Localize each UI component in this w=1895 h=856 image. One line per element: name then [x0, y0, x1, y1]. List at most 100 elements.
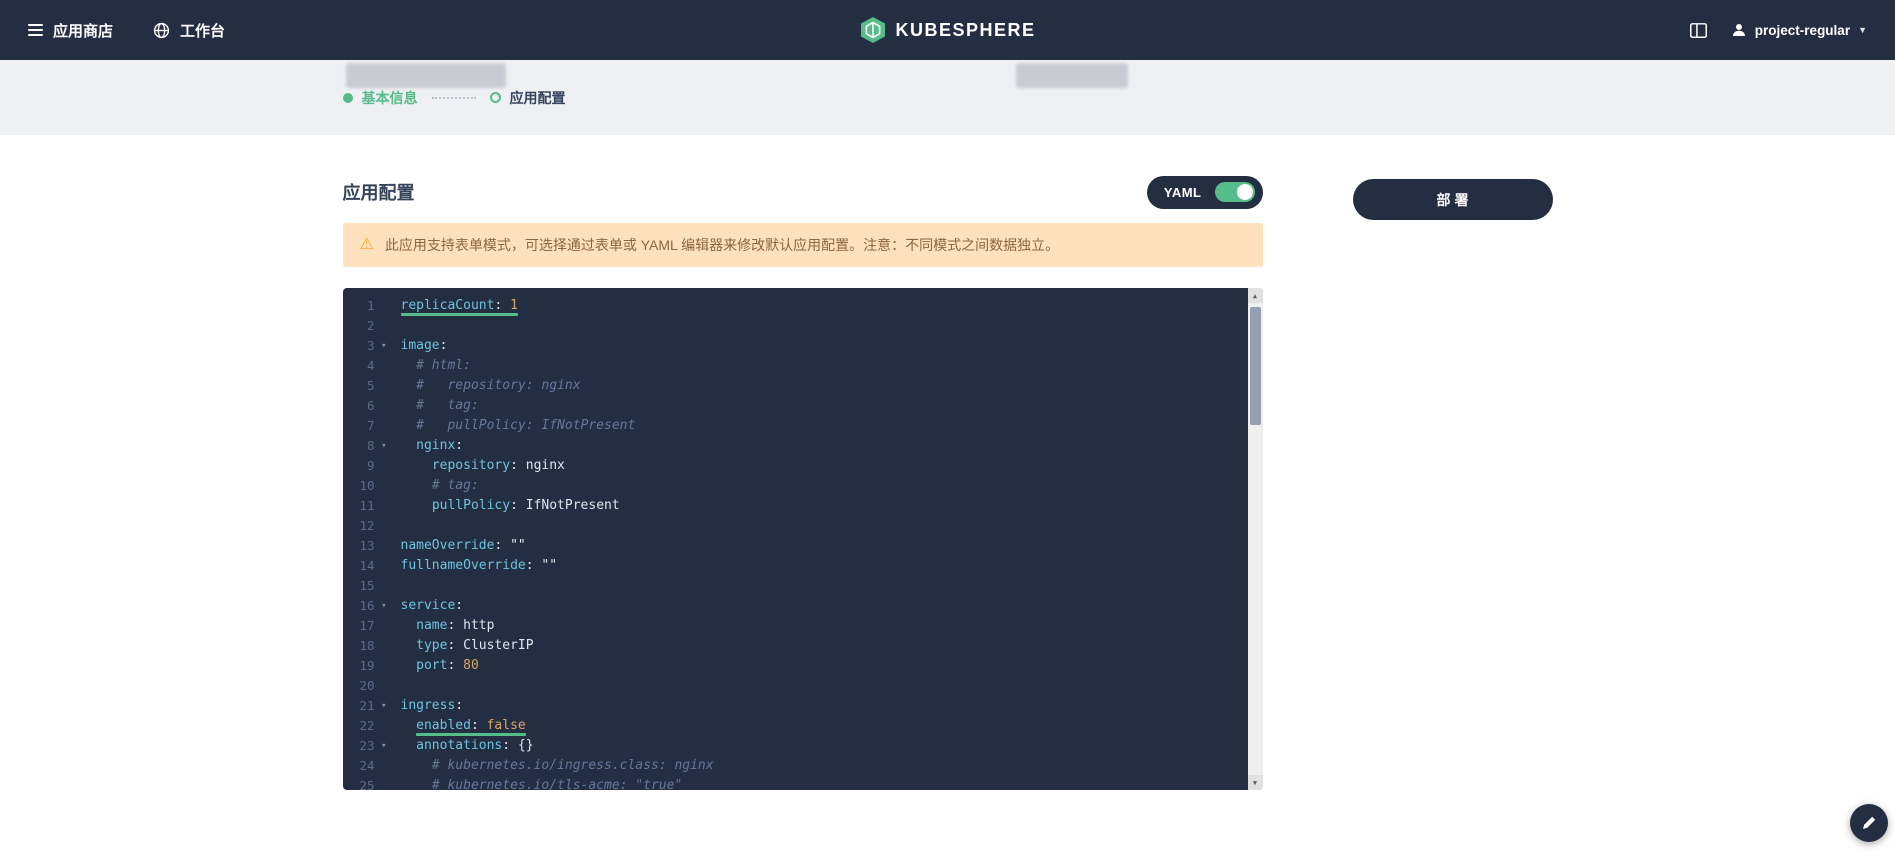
- nav-app-store[interactable]: 应用商店: [28, 20, 113, 41]
- line-number: 20: [359, 678, 375, 693]
- globe-icon: [153, 22, 170, 39]
- user-menu[interactable]: project-regular ▼: [1731, 22, 1867, 38]
- pencil-icon: [1861, 815, 1877, 831]
- nav-workbench-label: 工作台: [180, 22, 226, 40]
- code-line: replicaCount: 1: [400, 298, 518, 313]
- gutter: 1 2 3 ▾ 4 5 6 7 8 ▾ 9 10 11 12 13 14 15 16 ▾ 17 18 19 20 21 ▾ 22 2…: [343, 296, 389, 790]
- line-number: 23 ▾: [343, 736, 389, 756]
- code-line: annotations: {}: [416, 738, 534, 753]
- deploy-button[interactable]: 部署: [1352, 179, 1553, 220]
- code-line: # kubernetes.io/tls-acme: "true": [431, 778, 683, 790]
- code-line: service:: [400, 598, 464, 613]
- topbar-nav: 应用商店 工作台: [28, 20, 225, 41]
- code-line: # tag:: [431, 478, 479, 493]
- code-line: # html:: [416, 358, 471, 373]
- code-line: port: 80: [416, 658, 479, 673]
- line-number: 24: [359, 758, 375, 773]
- line-number: 11: [359, 498, 375, 513]
- nav-workbench[interactable]: 工作台: [153, 20, 225, 41]
- fold-arrow-icon[interactable]: ▾: [381, 336, 386, 356]
- config-form-column: 应用配置 YAML ⚠ 此应用支持表单模式，可选择通过表单或 YAML 编辑器来…: [342, 175, 1263, 790]
- layout-columns-icon[interactable]: [1689, 22, 1707, 38]
- code-line: image:: [400, 338, 448, 353]
- line-number: 7: [366, 418, 375, 433]
- code-line: pullPolicy: IfNotPresent: [431, 498, 620, 513]
- menu-icon: [28, 24, 43, 36]
- fold-arrow-icon[interactable]: ▾: [381, 696, 386, 716]
- line-number: 15: [359, 578, 375, 593]
- code-line: nameOverride: "": [400, 538, 526, 553]
- line-number: 21 ▾: [343, 696, 389, 716]
- code-line: repository: nginx: [431, 458, 565, 473]
- line-number: 4: [366, 358, 375, 373]
- scroll-down-arrow-icon[interactable]: ▼: [1247, 775, 1263, 790]
- code-line: fullnameOverride: "": [400, 558, 558, 573]
- chevron-down-icon: ▼: [1858, 25, 1867, 35]
- code-lines[interactable]: replicaCount: 1 image: # html: # reposito…: [389, 296, 1263, 790]
- editor-scrollbar[interactable]: ▲ ▼: [1247, 288, 1263, 790]
- toggle-switch[interactable]: [1214, 182, 1255, 202]
- section-title: 应用配置: [342, 183, 415, 203]
- code-line: name: http: [416, 618, 495, 633]
- yaml-editor[interactable]: 1 2 3 ▾ 4 5 6 7 8 ▾ 9 10 11 12 13 14 15 16 ▾ 17 18 19 20 21 ▾ 22 2…: [342, 288, 1263, 790]
- warning-banner: ⚠ 此应用支持表单模式，可选择通过表单或 YAML 编辑器来修改默认应用配置。注…: [342, 223, 1263, 267]
- line-number: 3 ▾: [343, 336, 389, 356]
- warning-text: 此应用支持表单模式，可选择通过表单或 YAML 编辑器来修改默认应用配置。注意：…: [384, 237, 1060, 253]
- step-basic-info[interactable]: 基本信息: [342, 88, 418, 108]
- kubesphere-logo-icon: [859, 16, 885, 44]
- user-icon: [1731, 22, 1747, 38]
- toggle-knob: [1236, 184, 1253, 200]
- code-line: type: ClusterIP: [416, 638, 534, 653]
- step-current-ring-icon: [489, 92, 501, 103]
- app-config-panel: 部署 应用配置 YAML ⚠ 此应用支持表单模式，可选择通过表单或 YAML 编…: [342, 135, 1553, 790]
- code-line: nginx:: [416, 438, 464, 453]
- code-line: # pullPolicy: IfNotPresent: [416, 418, 636, 433]
- steps-inner: 基本信息 应用配置: [342, 60, 1553, 135]
- topbar: 应用商店 工作台 KUBESPHERE project-regular ▼: [0, 0, 1895, 60]
- line-number: 10: [359, 478, 375, 493]
- yaml-toggle-label: YAML: [1163, 184, 1202, 200]
- fold-arrow-icon[interactable]: ▾: [381, 436, 386, 456]
- line-number: 5: [366, 378, 375, 393]
- nav-app-store-label: 应用商店: [53, 22, 114, 40]
- step-connector: [431, 96, 476, 99]
- line-number: 14: [359, 558, 375, 573]
- code-line: # tag:: [416, 398, 479, 413]
- line-number: 13: [359, 538, 375, 553]
- line-number: 22: [359, 718, 375, 733]
- code-line: enabled: false: [416, 718, 526, 733]
- step-app-config-label: 应用配置: [509, 89, 566, 106]
- scroll-up-arrow-icon[interactable]: ▲: [1247, 288, 1263, 303]
- line-number: 25: [359, 778, 375, 790]
- step-done-dot-icon: [342, 92, 353, 103]
- steps-bar: 基本信息 应用配置: [0, 60, 1895, 135]
- line-number: 9: [366, 458, 375, 473]
- fold-arrow-icon[interactable]: ▾: [381, 596, 386, 616]
- fold-arrow-icon[interactable]: ▾: [381, 736, 386, 756]
- user-name: project-regular: [1754, 22, 1851, 38]
- topbar-right: project-regular ▼: [1689, 22, 1867, 38]
- kubesphere-logo-text: KUBESPHERE: [895, 19, 1036, 40]
- help-button[interactable]: [1850, 804, 1888, 842]
- kubesphere-logo[interactable]: KUBESPHERE: [859, 16, 1035, 44]
- code-line: # repository: nginx: [416, 378, 581, 393]
- code-line: ingress:: [400, 698, 464, 713]
- line-number: 2: [366, 318, 375, 333]
- background-artifact: [346, 63, 506, 88]
- warning-icon: ⚠: [359, 236, 374, 253]
- yaml-mode-toggle[interactable]: YAML: [1146, 175, 1263, 209]
- step-app-config[interactable]: 应用配置: [489, 88, 566, 108]
- code-line: # kubernetes.io/ingress.class: nginx: [431, 758, 714, 773]
- line-number: 19: [359, 658, 375, 673]
- line-number: 16 ▾: [343, 596, 389, 616]
- config-header-row: 应用配置 YAML: [343, 175, 1263, 209]
- line-number: 8 ▾: [343, 436, 389, 456]
- step-basic-info-label: 基本信息: [361, 89, 418, 106]
- scrollbar-thumb[interactable]: [1249, 307, 1261, 425]
- line-number: 17: [359, 618, 375, 633]
- line-number: 12: [359, 518, 375, 533]
- background-artifact: [1016, 63, 1128, 88]
